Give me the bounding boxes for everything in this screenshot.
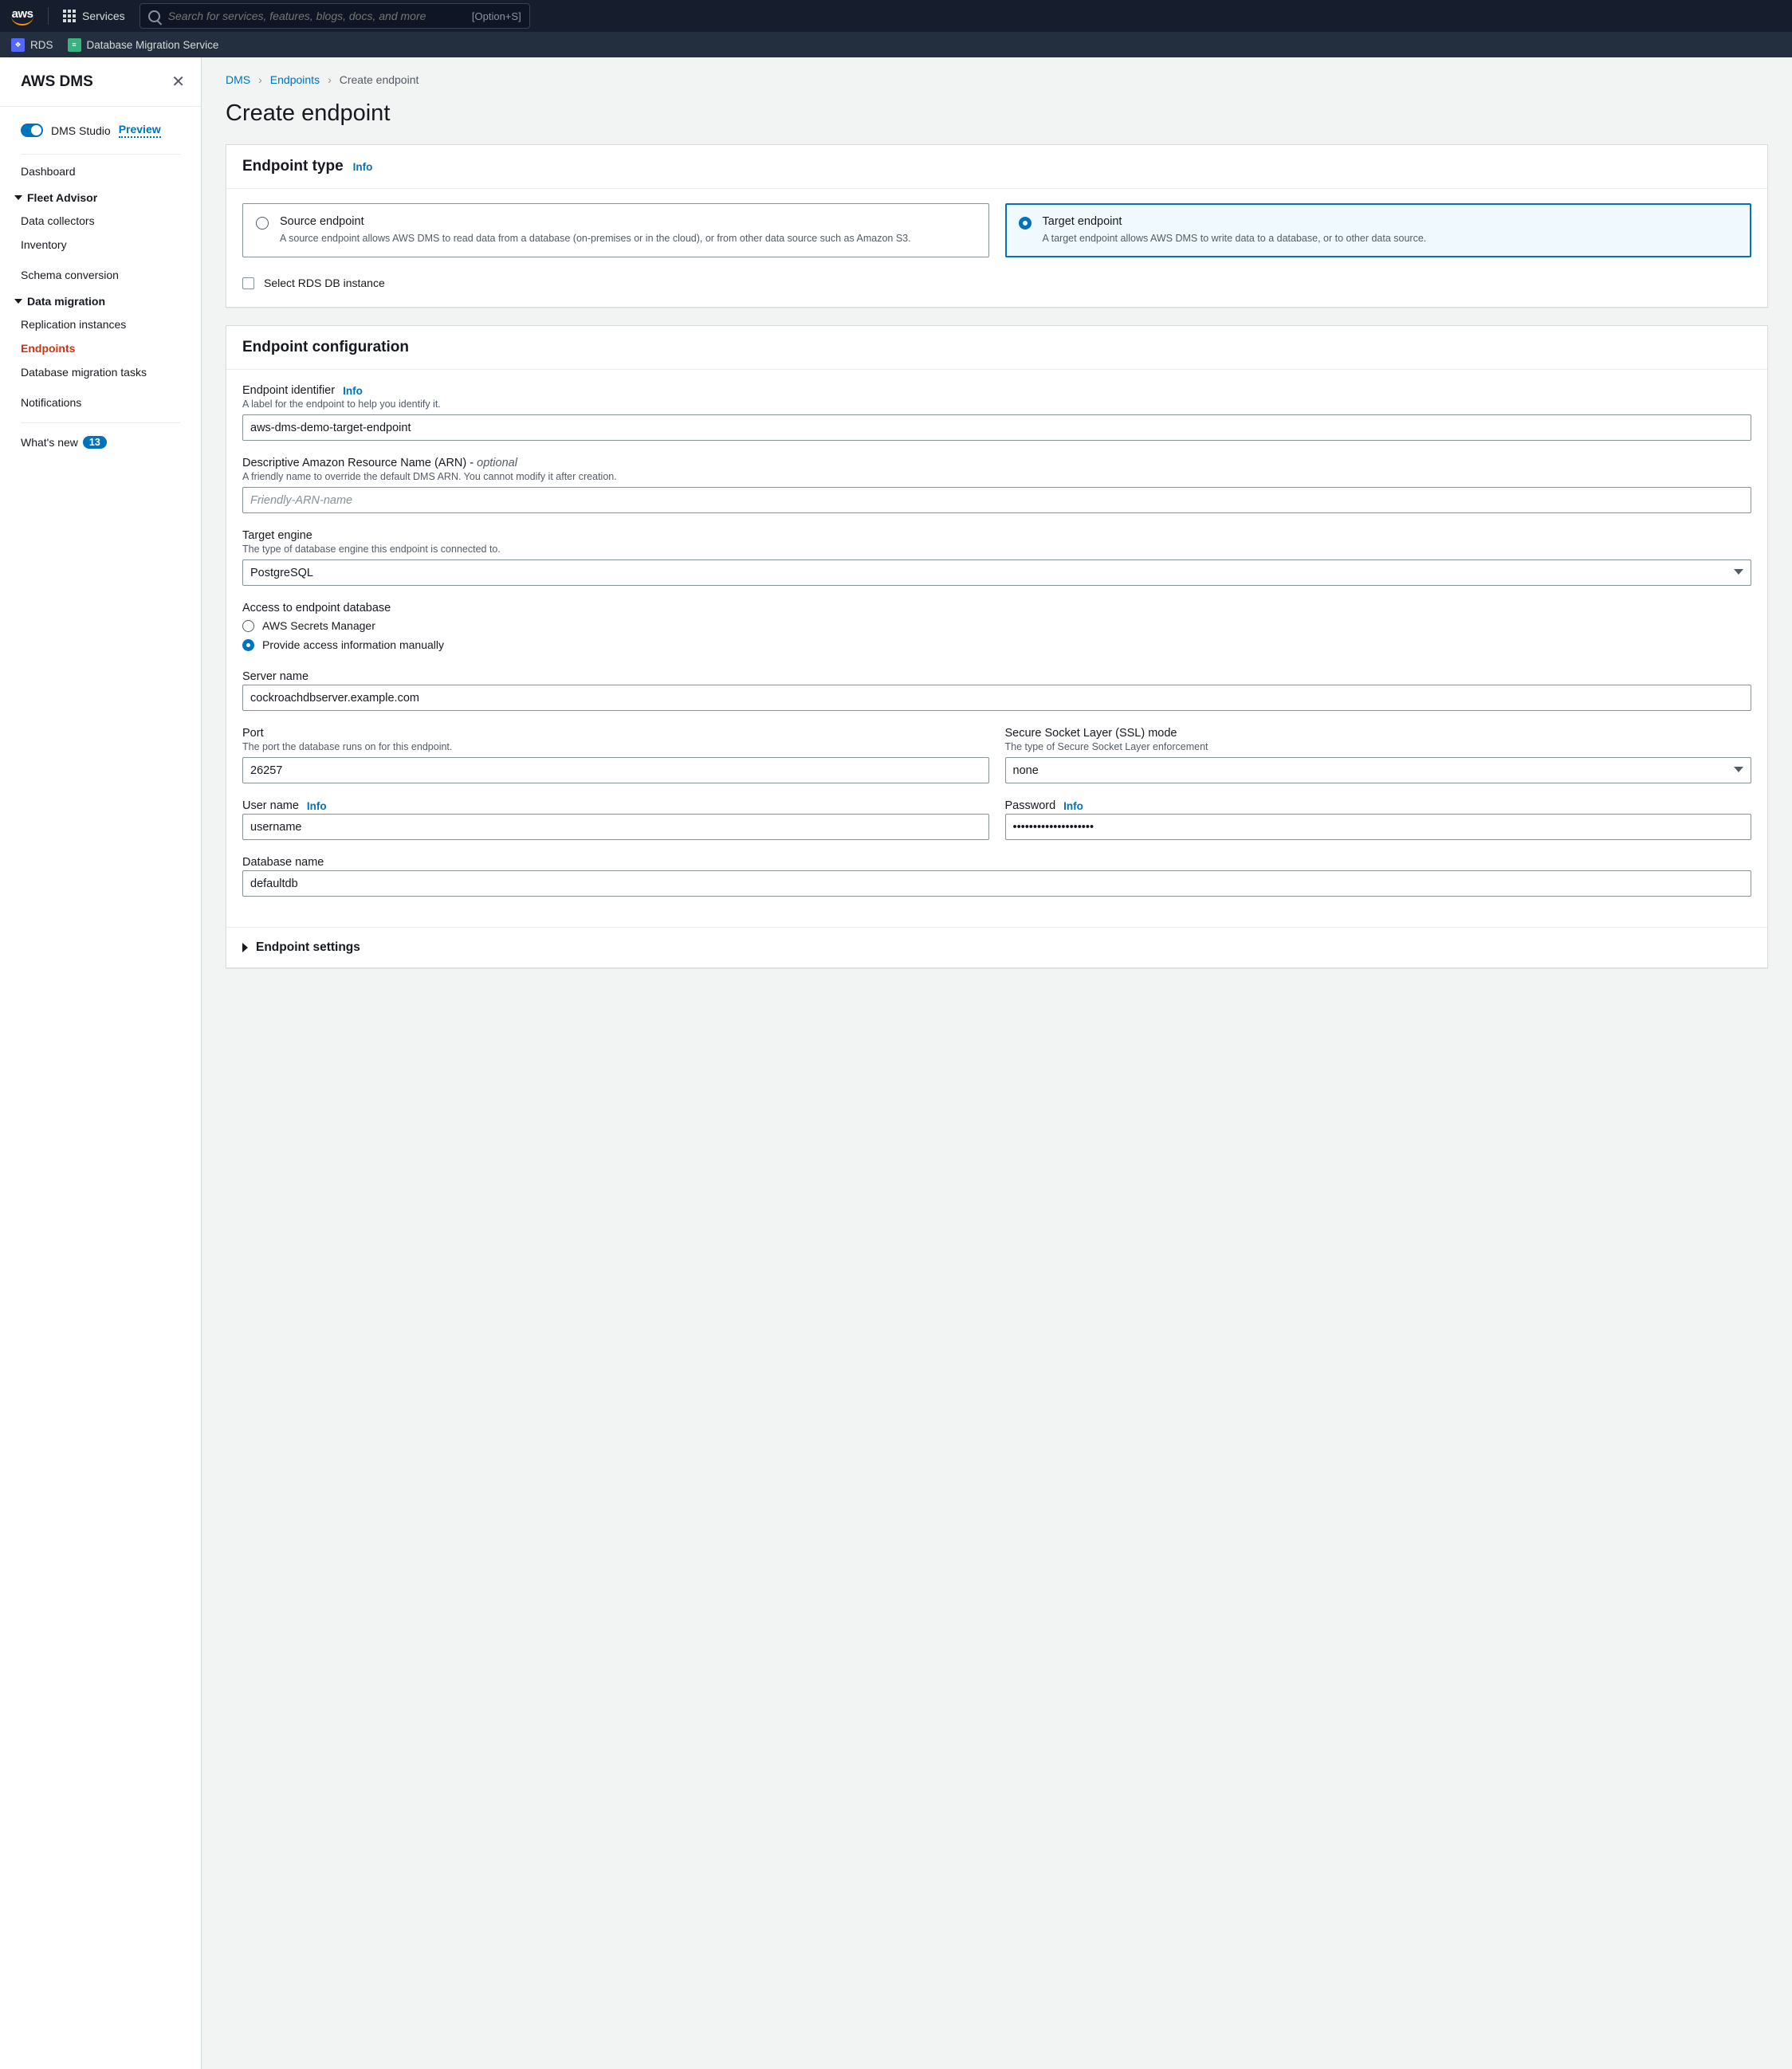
services-menu[interactable]: Services <box>63 10 125 22</box>
chevron-right-icon <box>242 943 248 952</box>
crumb-current: Create endpoint <box>340 73 419 86</box>
server-name-input[interactable] <box>242 685 1751 711</box>
aws-logo[interactable]: aws <box>11 7 33 26</box>
checkbox-select-rds-instance[interactable]: Select RDS DB instance <box>242 273 1751 292</box>
radio-icon <box>256 217 269 230</box>
rds-icon: ❖ <box>11 38 25 52</box>
nav-schema-conversion[interactable]: Schema conversion <box>14 263 187 287</box>
search-shortcut: [Option+S] <box>472 10 521 22</box>
target-engine-label: Target engine <box>242 529 312 542</box>
nav-notifications[interactable]: Notifications <box>14 391 187 414</box>
nav-whats-new[interactable]: What's new 13 <box>14 428 187 457</box>
search-icon <box>148 10 160 22</box>
password-label: Password <box>1005 799 1056 812</box>
crumb-dms[interactable]: DMS <box>226 73 250 86</box>
radio-icon <box>242 639 254 651</box>
database-name-input[interactable] <box>242 870 1751 897</box>
nav-replication-instances[interactable]: Replication instances <box>14 312 187 336</box>
search-input[interactable] <box>168 10 464 22</box>
radio-icon <box>242 620 254 632</box>
nav-inventory[interactable]: Inventory <box>14 233 187 257</box>
side-navigation: AWS DMS ✕ DMS Studio Preview Dashboard F… <box>0 57 202 2069</box>
server-name-label: Server name <box>242 670 308 683</box>
grid-icon <box>63 10 76 22</box>
arn-optional: optional <box>477 457 517 469</box>
nav-data-collectors[interactable]: Data collectors <box>14 209 187 233</box>
page-title: Create endpoint <box>226 100 1768 127</box>
checkbox-icon <box>242 277 254 289</box>
radio-access-secrets[interactable]: AWS Secrets Manager <box>242 616 1751 635</box>
ssl-mode-help: The type of Secure Socket Layer enforcem… <box>1005 741 1752 752</box>
crumb-endpoints[interactable]: Endpoints <box>270 73 320 86</box>
username-info-link[interactable]: Info <box>307 800 327 812</box>
breadcrumb: DMS › Endpoints › Create endpoint <box>226 73 1768 86</box>
nav-endpoints[interactable]: Endpoints <box>14 336 187 360</box>
username-input[interactable] <box>242 814 989 840</box>
port-help: The port the database runs on for this e… <box>242 741 989 752</box>
svc-dms[interactable]: ≡ Database Migration Service <box>68 38 219 52</box>
password-input[interactable] <box>1005 814 1752 840</box>
panel-endpoint-type: Endpoint type Info Source endpoint A sou… <box>226 144 1768 308</box>
endpoint-identifier-input[interactable] <box>242 414 1751 441</box>
endpoint-id-help: A label for the endpoint to help you ide… <box>242 398 1751 410</box>
radio-icon <box>1019 217 1032 230</box>
radio-card-target-endpoint[interactable]: Target endpoint A target endpoint allows… <box>1005 203 1752 257</box>
arn-input[interactable] <box>242 487 1751 513</box>
panel-endpoint-configuration: Endpoint configuration Endpoint identifi… <box>226 325 1768 968</box>
chevron-down-icon <box>14 299 22 304</box>
arn-label: Descriptive Amazon Resource Name (ARN) - <box>242 457 477 469</box>
ssl-mode-select[interactable]: none <box>1005 757 1752 783</box>
arn-help: A friendly name to override the default … <box>242 471 1751 482</box>
port-label: Port <box>242 727 264 740</box>
chevron-right-icon: › <box>258 73 262 86</box>
dms-studio-label: DMS Studio <box>51 124 111 137</box>
svc-rds[interactable]: ❖ RDS <box>11 38 53 52</box>
target-engine-help: The type of database engine this endpoin… <box>242 544 1751 555</box>
username-label: User name <box>242 799 299 812</box>
port-input[interactable] <box>242 757 989 783</box>
endpoint-config-heading: Endpoint configuration <box>242 339 409 356</box>
global-search[interactable]: [Option+S] <box>140 3 530 29</box>
main-content: DMS › Endpoints › Create endpoint Create… <box>202 57 1792 2069</box>
global-top-bar: aws Services [Option+S] <box>0 0 1792 32</box>
ssl-mode-label: Secure Socket Layer (SSL) mode <box>1005 727 1177 740</box>
nav-group-fleet-advisor[interactable]: Fleet Advisor <box>14 183 187 209</box>
dms-studio-toggle[interactable] <box>21 124 43 137</box>
password-info-link[interactable]: Info <box>1063 800 1083 812</box>
endpoint-type-info-link[interactable]: Info <box>353 161 373 173</box>
expandable-endpoint-settings: Endpoint settings <box>226 927 1767 968</box>
access-label: Access to endpoint database <box>242 602 391 614</box>
whats-new-badge: 13 <box>83 436 107 449</box>
chevron-down-icon <box>14 195 22 200</box>
chevron-right-icon: › <box>328 73 332 86</box>
nav-db-migration-tasks[interactable]: Database migration tasks <box>14 360 187 384</box>
radio-access-manual[interactable]: Provide access information manually <box>242 635 1751 654</box>
radio-card-source-endpoint[interactable]: Source endpoint A source endpoint allows… <box>242 203 989 257</box>
close-icon[interactable]: ✕ <box>171 72 185 92</box>
service-favorites-bar: ❖ RDS ≡ Database Migration Service <box>0 32 1792 57</box>
endpoint-id-info-link[interactable]: Info <box>343 385 363 397</box>
target-engine-select[interactable]: PostgreSQL <box>242 559 1751 586</box>
service-name: AWS DMS <box>21 73 93 91</box>
preview-link[interactable]: Preview <box>119 123 161 138</box>
endpoint-type-heading: Endpoint type <box>242 158 344 175</box>
nav-dashboard[interactable]: Dashboard <box>14 159 187 183</box>
nav-group-data-migration[interactable]: Data migration <box>14 287 187 312</box>
dms-icon: ≡ <box>68 38 81 52</box>
database-name-label: Database name <box>242 856 324 869</box>
endpoint-settings-toggle[interactable]: Endpoint settings <box>226 928 1767 968</box>
endpoint-id-label: Endpoint identifier <box>242 384 335 397</box>
